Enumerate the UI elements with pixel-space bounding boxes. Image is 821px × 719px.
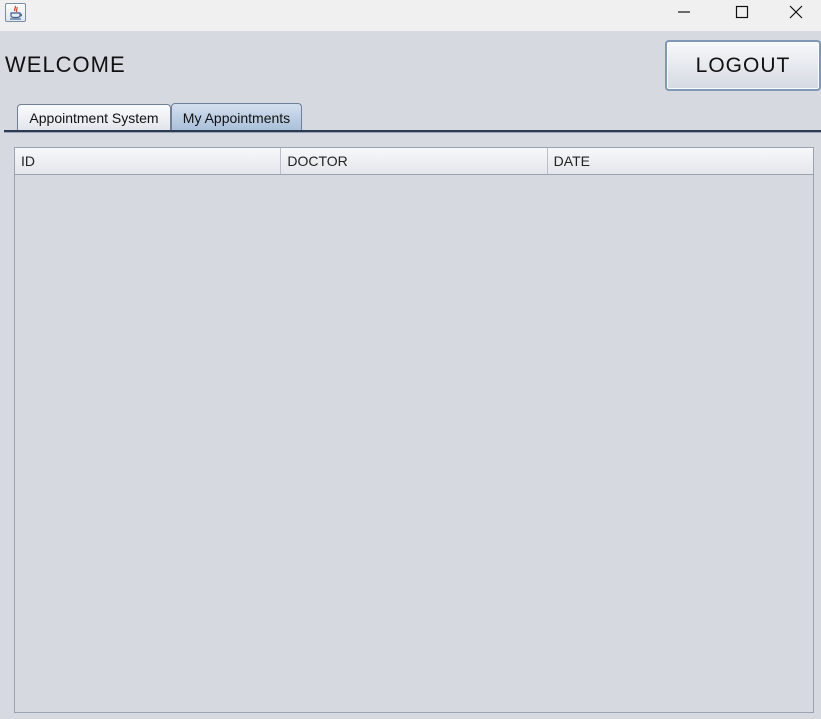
- column-header-date[interactable]: DATE: [547, 148, 813, 174]
- java-icon: [5, 3, 26, 22]
- title-bar: [0, 0, 821, 31]
- maximize-button[interactable]: [713, 0, 771, 24]
- table-header: ID DOCTOR DATE: [15, 148, 813, 175]
- column-header-id[interactable]: ID: [15, 148, 282, 174]
- maximize-icon: [735, 5, 749, 19]
- tab-strip-divider: [4, 130, 821, 133]
- welcome-label: WELCOME: [5, 52, 126, 77]
- close-icon: [789, 5, 803, 19]
- tab-appointment-system[interactable]: Appointment System: [17, 104, 171, 130]
- close-button[interactable]: [771, 0, 821, 24]
- column-header-doctor[interactable]: DOCTOR: [281, 148, 548, 174]
- tab-my-appointments[interactable]: My Appointments: [171, 103, 302, 131]
- minimize-button[interactable]: [655, 0, 713, 24]
- appointments-table[interactable]: ID DOCTOR DATE: [14, 147, 814, 713]
- logout-button[interactable]: LOGOUT: [665, 40, 821, 91]
- minimize-icon: [678, 11, 690, 13]
